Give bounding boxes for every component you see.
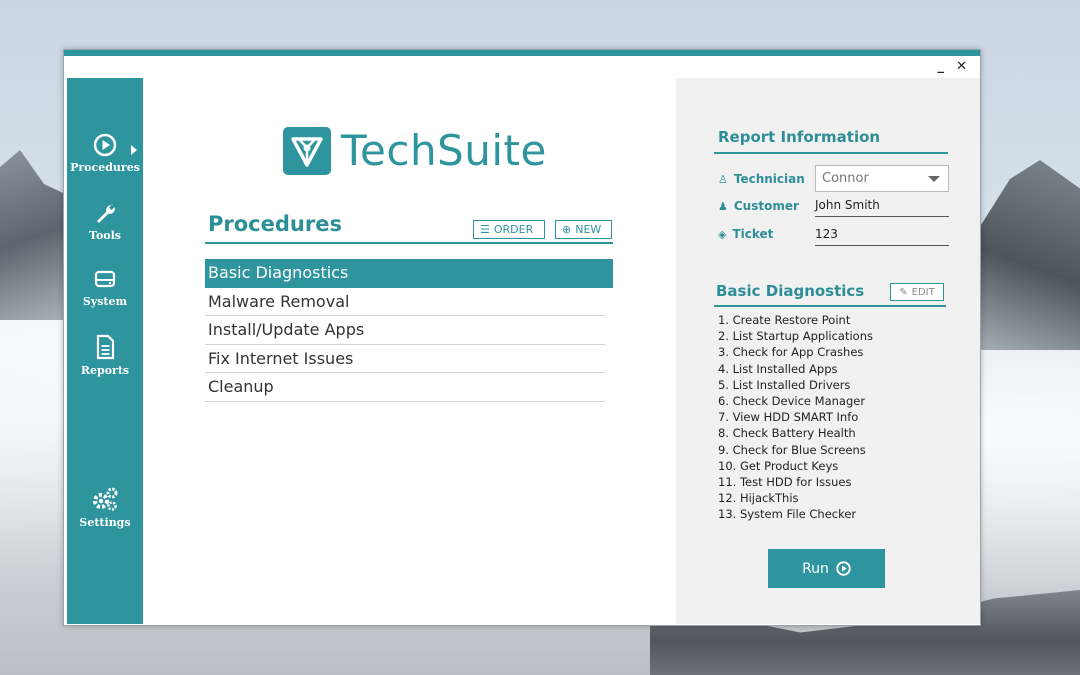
list-item: 11. Test HDD for Issues: [718, 475, 852, 490]
new-button[interactable]: ⊕ NEW: [555, 220, 612, 239]
order-button-label: ORDER: [493, 223, 534, 236]
procedures-header: Procedures ☰ ORDER ⊕ NEW: [205, 210, 613, 244]
sidebar-item-label: Reports: [80, 364, 130, 377]
procedure-list: Basic Diagnostics Malware Removal Instal…: [205, 259, 613, 402]
ticket-field[interactable]: 123: [815, 224, 949, 246]
title-bar: _ ✕: [64, 56, 980, 78]
edit-button[interactable]: ✎ EDIT: [890, 283, 944, 301]
brand-name: TechSuite: [341, 126, 547, 175]
minimize-button[interactable]: _: [938, 60, 945, 74]
user-icon: ♟: [718, 199, 728, 213]
chevron-down-icon: [928, 176, 940, 182]
list-item: 12. HijackThis: [718, 491, 799, 506]
plus-circle-icon: ⊕: [562, 223, 572, 236]
new-button-label: NEW: [575, 223, 602, 236]
report-panel: Report Information ♙ Technician Connor ♟…: [676, 78, 980, 624]
document-icon: [96, 334, 115, 360]
gears-icon: [93, 487, 118, 511]
run-button[interactable]: Run: [768, 549, 885, 588]
sidebar-item-label: Procedures: [70, 161, 140, 174]
technician-selected-value: Connor: [822, 171, 869, 186]
list-item: 8. Check Battery Health: [718, 426, 856, 441]
list-item: 4. List Installed Apps: [718, 361, 838, 376]
list-item: 1. Create Restore Point: [718, 313, 851, 327]
list-item[interactable]: Cleanup: [205, 373, 605, 402]
list-item[interactable]: Malware Removal: [205, 288, 605, 316]
list-item: 3. Check for App Crashes: [718, 345, 864, 360]
order-button[interactable]: ☰ ORDER: [473, 220, 545, 239]
ticket-icon: ◈: [718, 227, 727, 241]
technician-select[interactable]: Connor: [815, 165, 949, 192]
pencil-icon: ✎: [899, 286, 908, 298]
divider: [714, 305, 946, 307]
customer-label-text: Customer: [733, 199, 799, 213]
sidebar-item-label: System: [82, 295, 128, 308]
customer-label: ♟ Customer: [718, 199, 799, 213]
list-item: 2. List Startup Applications: [718, 329, 873, 344]
list-item: 13. System File Checker: [718, 507, 857, 522]
sidebar-item-procedures[interactable]: Procedures: [67, 133, 143, 174]
list-item[interactable]: Basic Diagnostics: [205, 259, 613, 288]
sidebar-item-settings[interactable]: Settings: [67, 486, 143, 529]
report-info-title: Report Information: [718, 128, 881, 146]
hard-drive-icon: [94, 270, 116, 288]
technician-label-text: Technician: [733, 172, 805, 186]
app-logo: TechSuite: [283, 126, 547, 175]
list-item[interactable]: Install/Update Apps: [205, 316, 605, 345]
list-item: 9. Check for Blue Screens: [718, 442, 866, 457]
edit-button-label: EDIT: [911, 286, 935, 298]
procedure-steps-list: 1. Create Restore Point 2. List Startup …: [718, 312, 873, 523]
run-button-label: Run: [802, 560, 829, 577]
ticket-label-text: Ticket: [732, 227, 774, 241]
details-title: Basic Diagnostics: [716, 282, 865, 300]
divider: [714, 152, 948, 154]
technician-label: ♙ Technician: [718, 172, 805, 186]
list-item: 7. View HDD SMART Info: [718, 410, 859, 425]
play-circle-icon: [836, 561, 851, 576]
play-circle-icon: [93, 133, 117, 157]
list-item: 6. Check Device Manager: [718, 394, 866, 409]
technician-icon: ♙: [718, 172, 728, 186]
sidebar-item-label: Tools: [89, 229, 121, 242]
ticket-label: ◈ Ticket: [718, 227, 773, 241]
customer-field[interactable]: John Smith: [815, 195, 949, 217]
app-window: _ ✕ Procedures Tools System Reports Sett…: [63, 49, 981, 626]
sidebar-item-reports[interactable]: Reports: [67, 334, 143, 377]
wrench-icon: [97, 204, 115, 223]
active-indicator-arrow: [131, 145, 137, 155]
list-item: 10. Get Product Keys: [718, 458, 839, 473]
list-order-icon: ☰: [480, 223, 490, 236]
list-item[interactable]: Fix Internet Issues: [205, 345, 605, 373]
procedures-title: Procedures: [208, 212, 342, 236]
background-mountain: [980, 160, 1080, 350]
logo-mark-icon: [283, 126, 331, 175]
main-panel: TechSuite Procedures ☰ ORDER ⊕ NEW Basic…: [143, 78, 676, 624]
sidebar: Procedures Tools System Reports Settings: [67, 78, 143, 624]
sidebar-item-system[interactable]: System: [67, 267, 143, 308]
sidebar-item-tools[interactable]: Tools: [67, 201, 143, 242]
list-item: 5. List Installed Drivers: [718, 377, 851, 392]
sidebar-item-label: Settings: [79, 516, 131, 529]
close-button[interactable]: ✕: [956, 60, 967, 74]
